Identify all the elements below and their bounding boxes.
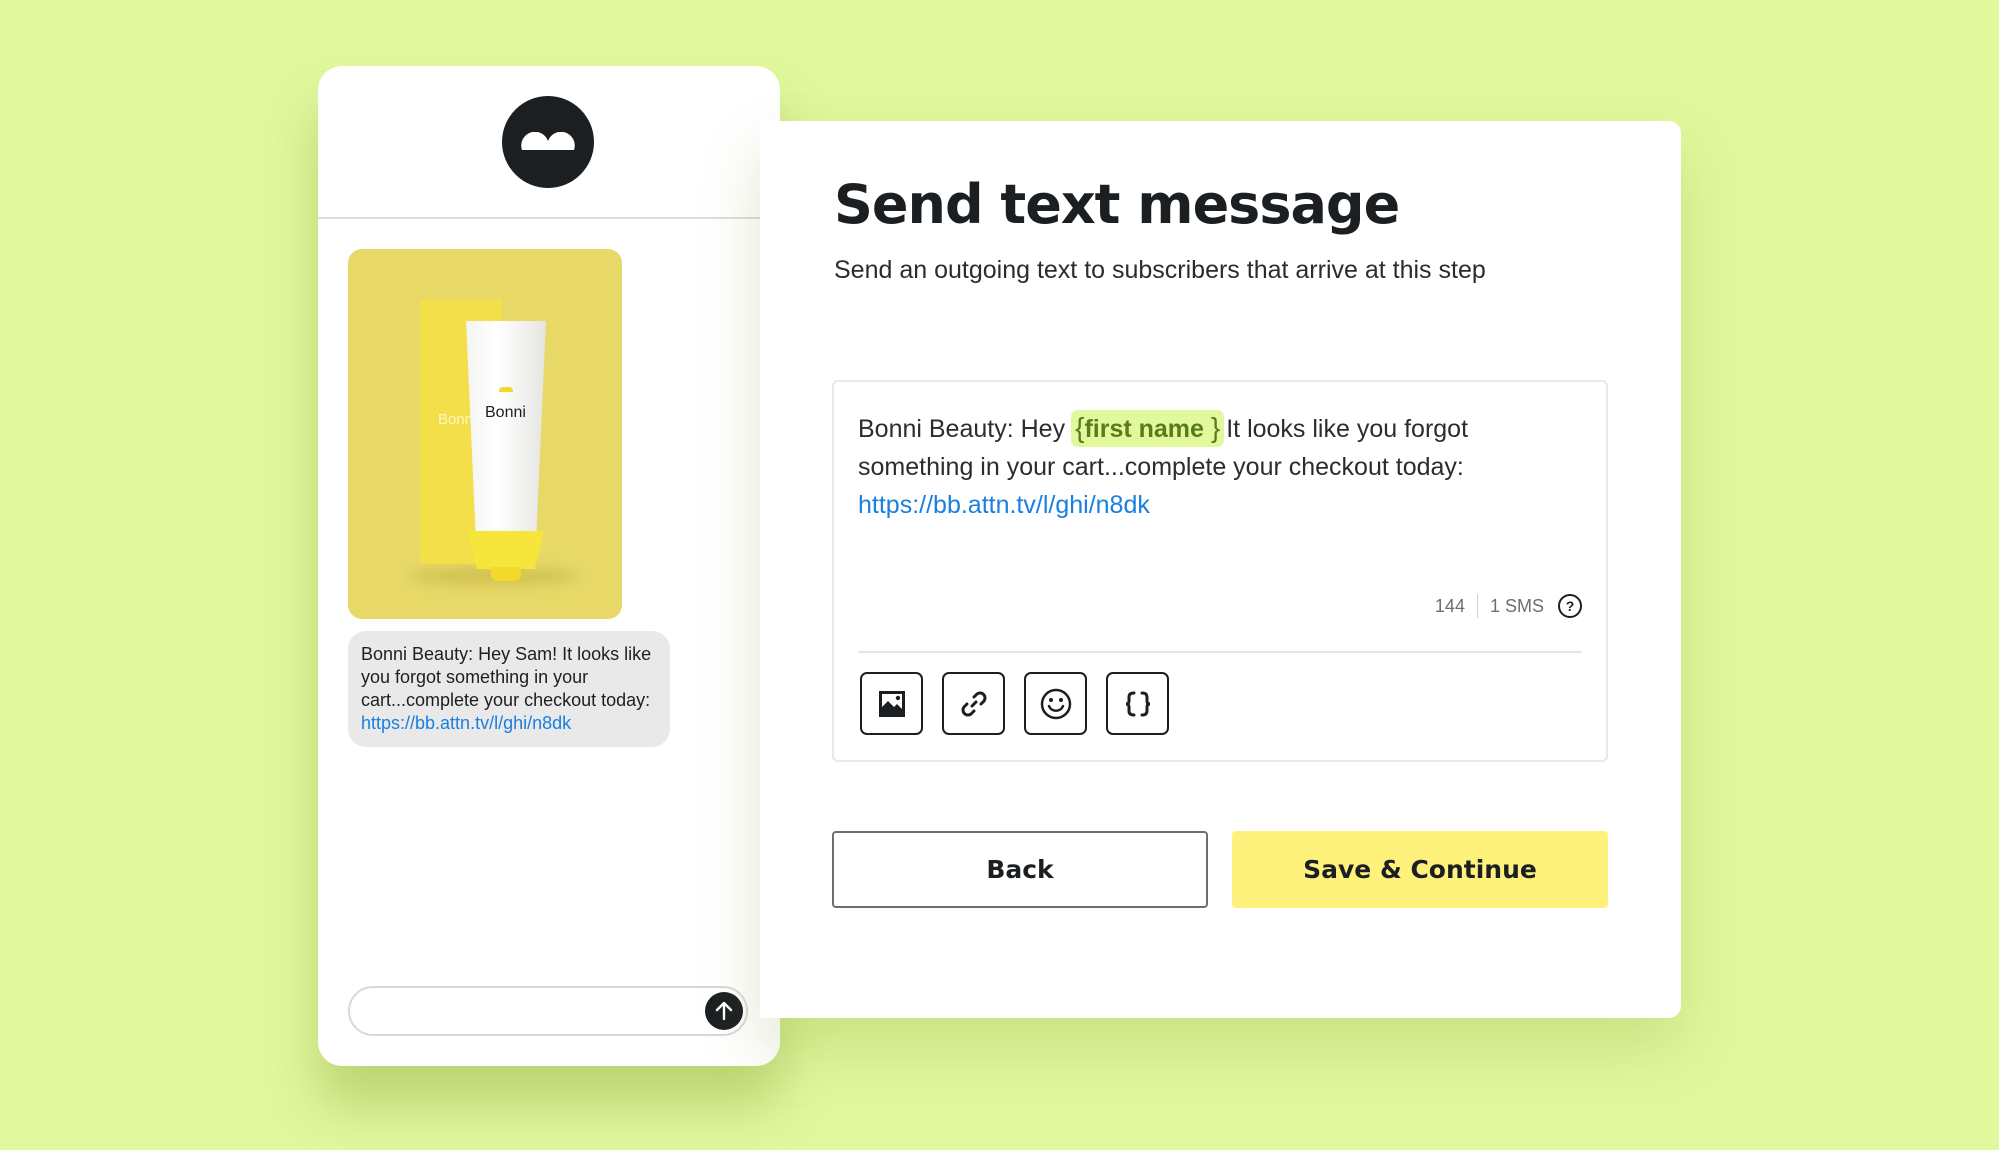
insert-variable-button[interactable] xyxy=(1106,672,1169,735)
link-icon xyxy=(961,691,986,716)
product-image: Bonni Bonni xyxy=(348,249,622,619)
braces-icon xyxy=(1125,691,1150,716)
message-link[interactable]: https://bb.attn.tv/l/ghi/n8dk xyxy=(361,713,571,733)
first-name-token[interactable]: {first name } xyxy=(1071,410,1225,447)
message-text: Bonni Beauty: Hey Sam! It looks like you… xyxy=(361,644,652,710)
arrow-up-icon xyxy=(715,1001,733,1021)
brand-logo-icon xyxy=(521,132,575,150)
phone-header xyxy=(318,66,780,219)
character-count: 144 xyxy=(1434,595,1465,616)
send-text-panel: Send text message Send an outgoing text … xyxy=(760,121,1681,1018)
sms-count: 1 SMS xyxy=(1489,595,1544,616)
image-icon xyxy=(878,690,905,717)
insert-emoji-button[interactable] xyxy=(1024,672,1087,735)
message-link[interactable]: https://bb.attn.tv/l/ghi/n8dk xyxy=(858,491,1150,519)
message-editor[interactable]: Bonni Beauty: Hey {first name } It looks l… xyxy=(832,380,1608,762)
product-brand-label: Bonni xyxy=(485,404,526,421)
message-body[interactable]: Bonni Beauty: Hey {first name } It looks l… xyxy=(858,410,1578,524)
save-continue-button[interactable]: Save & Continue xyxy=(1232,831,1608,908)
message-counter: 144 1 SMS ? xyxy=(1435,594,1582,618)
message-bubble: Bonni Beauty: Hey Sam! It looks like you… xyxy=(348,631,670,747)
brand-avatar xyxy=(502,96,594,188)
editor-toolbar xyxy=(860,672,1169,735)
insert-image-button[interactable] xyxy=(860,672,923,735)
send-button[interactable] xyxy=(705,992,743,1030)
page-title: Send text message xyxy=(834,173,1400,236)
editor-divider xyxy=(858,651,1582,653)
back-button[interactable]: Back xyxy=(832,831,1208,908)
smiley-icon xyxy=(1040,688,1071,719)
phone-preview: Bonni Bonni Bonni Beauty: Hey Sam! It lo… xyxy=(318,66,780,1066)
counter-divider xyxy=(1476,594,1478,618)
question-circle-icon[interactable]: ? xyxy=(1558,594,1582,618)
insert-link-button[interactable] xyxy=(942,672,1005,735)
page-subtitle: Send an outgoing text to subscribers tha… xyxy=(834,256,1486,284)
message-composer-input[interactable] xyxy=(348,986,748,1036)
